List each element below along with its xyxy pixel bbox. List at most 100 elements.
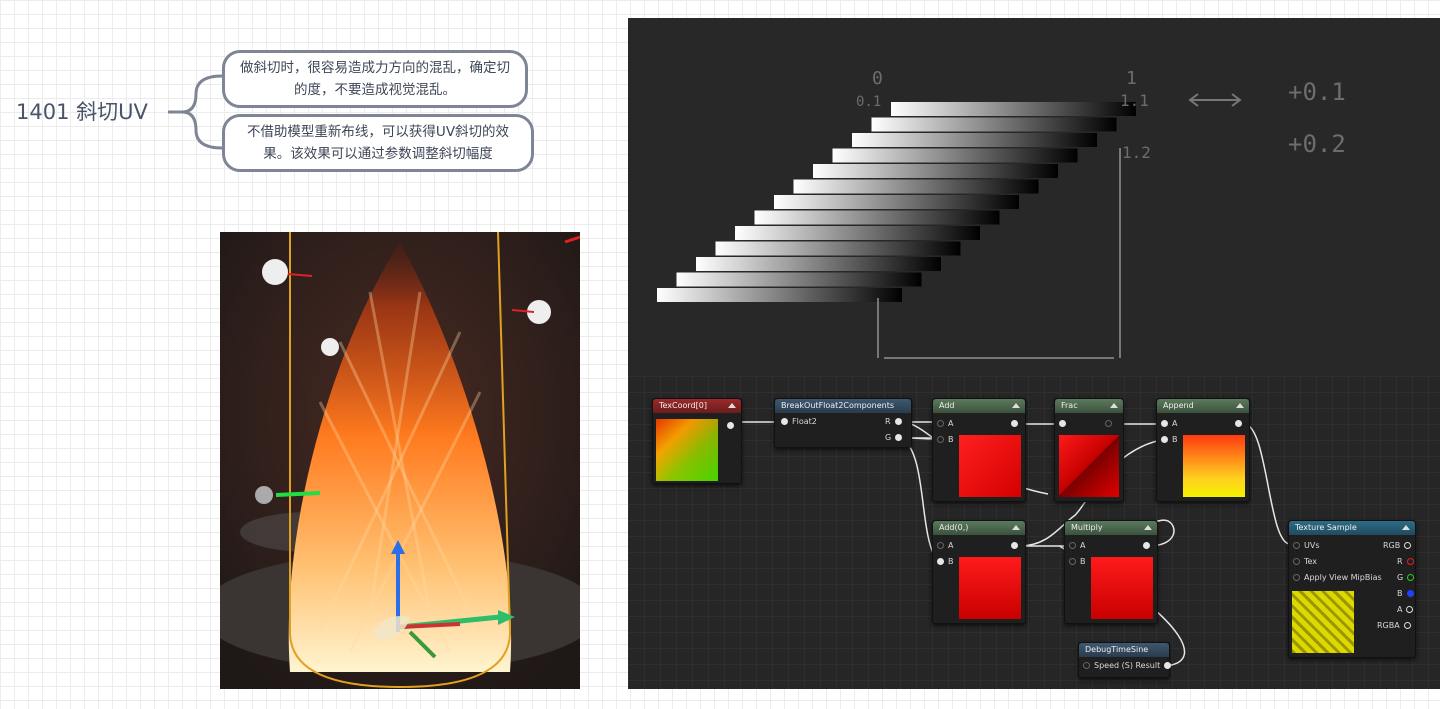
pin-b: B [948,435,954,444]
input-pin-icon[interactable] [1293,558,1300,565]
gradient-strip [754,210,1000,225]
output-pin-icon[interactable] [895,434,903,441]
pin-a: A [1080,541,1086,550]
pin-b: B [948,557,954,566]
output-pin-icon[interactable] [894,418,902,425]
input-pin-icon[interactable] [1293,542,1300,549]
add-preview [959,435,1021,497]
pin-g: G [885,433,892,442]
output-pin-icon[interactable] [1406,590,1414,597]
pin-float2: Float2 [792,417,817,426]
node-append-title: Append [1163,401,1194,410]
input-pin-icon[interactable] [1069,558,1076,565]
pin-tex: Tex [1304,557,1318,566]
append-preview [1183,435,1245,497]
node-frac-title: Frac [1061,401,1078,410]
texcoord-preview [656,419,718,481]
chalk-1-2: 1.2 [1122,143,1151,162]
gradient-strip [735,226,980,240]
node-add0-title: Add(0,) [939,523,969,532]
pin-rgba: RGBA [1377,621,1400,630]
output-pin-icon[interactable] [1407,574,1415,581]
output-pin-icon[interactable] [1406,558,1414,565]
gradient-strip [793,179,1039,194]
pin-a: A [1397,605,1403,614]
input-pin-icon[interactable] [937,542,944,549]
mindmap-bubble-1: 做斜切时，很容易造成力方向的混乱，确定切的度，不要造成视觉混乱。 [222,50,528,108]
gradient-strip [696,257,941,271]
output-pin-icon[interactable] [1164,662,1172,669]
node-multiply[interactable]: Multiply A B [1064,520,1158,624]
gradient-strip [891,102,1136,116]
input-pin-icon[interactable] [937,558,944,565]
collapse-arrow-icon[interactable] [728,403,736,408]
pin-b: B [1397,589,1403,598]
input-pin-icon[interactable] [1059,420,1066,427]
output-pin-icon[interactable] [1143,542,1150,549]
pin-rgb: RGB [1383,541,1401,550]
pin-speed-result: Speed (S) Result [1094,661,1161,670]
node-multiply-title: Multiply [1071,523,1103,532]
input-pin-icon[interactable] [781,418,788,425]
collapse-arrow-icon[interactable] [1012,403,1020,408]
node-texture-sample[interactable]: Texture Sample UVs Tex Apply View MipBia… [1288,520,1416,658]
chalk-plus-0-1: +0.1 [1288,78,1346,106]
output-pin-icon[interactable] [1406,606,1414,613]
node-texsample-title: Texture Sample [1295,523,1357,532]
node-add0[interactable]: Add(0,) A B [932,520,1026,624]
output-pin-icon[interactable] [1105,420,1112,427]
input-pin-icon[interactable] [1161,436,1168,443]
pin-g: G [1397,573,1404,582]
chalk-0: 0 [872,68,883,89]
input-pin-icon[interactable] [937,436,944,443]
input-pin-icon[interactable] [1293,574,1300,581]
add0-preview [959,557,1021,619]
node-append[interactable]: Append A B [1156,398,1250,502]
input-pin-icon[interactable] [1069,542,1076,549]
chalk-plus-0-2: +0.2 [1288,130,1346,158]
fire-scene-image [220,232,580,689]
node-add[interactable]: Add A B [932,398,1026,502]
input-pin-icon[interactable] [937,420,944,427]
gradient-strip [774,195,1019,209]
node-add-title: Add [939,401,955,410]
pin-mipbias: Apply View MipBias [1304,573,1382,582]
pin-b: B [1080,557,1086,566]
output-pin-icon[interactable] [1011,420,1018,427]
frac-preview [1059,435,1119,497]
collapse-arrow-icon[interactable] [1144,525,1152,530]
viewport-screenshot [220,232,580,689]
node-texcoord[interactable]: TexCoord[0] [652,398,742,484]
output-pin-icon[interactable] [1235,420,1242,427]
node-frac[interactable]: Frac [1054,398,1124,502]
node-breakout[interactable]: BreakOutFloat2Components Float2 R G [774,398,912,448]
collapse-arrow-icon[interactable] [1012,525,1020,530]
output-pin-icon[interactable] [727,422,734,429]
multiply-preview [1091,557,1153,619]
mindmap-connector [168,74,223,150]
gradient-strip [715,241,961,256]
collapse-arrow-icon[interactable] [1236,403,1244,408]
gradient-strip [832,148,1078,163]
node-texcoord-title: TexCoord[0] [659,401,707,410]
pin-b: B [1172,435,1178,444]
collapse-arrow-icon[interactable] [1110,403,1118,408]
double-arrow-icon [1188,93,1242,107]
output-pin-icon[interactable] [1011,542,1018,549]
chalk-1: 1 [1126,68,1137,89]
node-debug-title: DebugTimeSine [1085,645,1149,654]
input-pin-icon[interactable] [1083,662,1090,669]
collapse-arrow-icon[interactable] [1402,525,1410,530]
mindmap-bubble-2: 不借助模型重新布线，可以获得UV斜切的效果。该效果可以通过参数调整斜切幅度 [222,114,534,172]
output-pin-icon[interactable] [1403,622,1411,629]
node-debugtimesine[interactable]: DebugTimeSine Speed (S) Result [1078,642,1172,678]
material-graph[interactable]: TexCoord[0] BreakOutFloat2Components Flo… [628,376,1440,689]
input-pin-icon[interactable] [1161,420,1168,427]
gradient-strip [813,164,1058,178]
shear-gradient-strips [657,102,1136,302]
gradient-strip [676,272,922,287]
mindmap-root-label: 1401 斜切UV [16,100,148,124]
texture-preview [1292,591,1354,653]
pin-a: A [948,419,954,428]
output-pin-icon[interactable] [1404,542,1412,549]
